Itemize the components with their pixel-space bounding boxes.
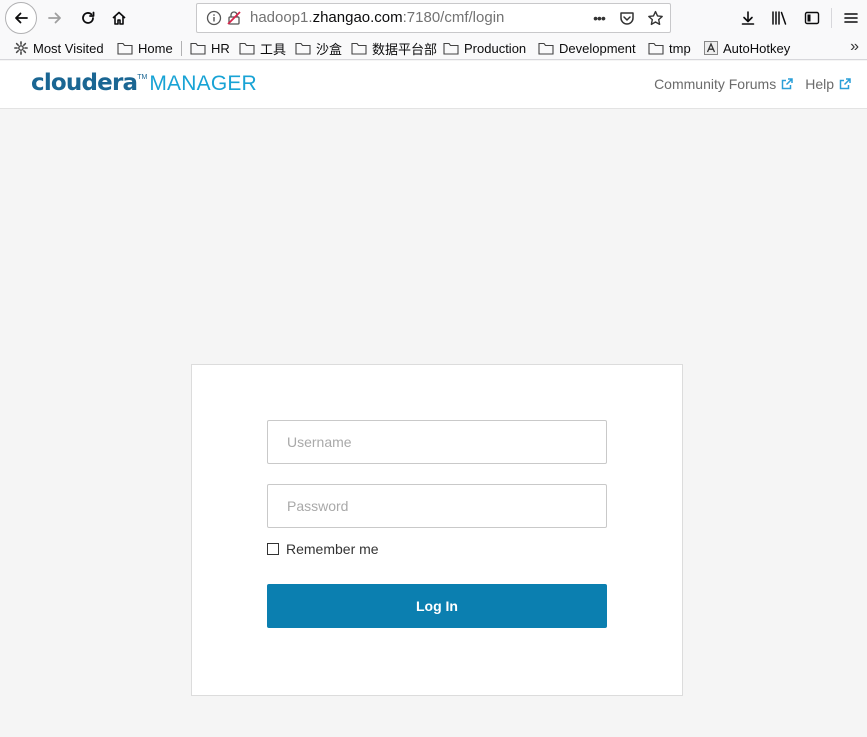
folder-icon xyxy=(190,42,206,55)
bookmark-folder-hr[interactable]: HR xyxy=(190,39,230,57)
login-button[interactable]: Log In xyxy=(267,584,607,628)
logo-wordmark: cloudera xyxy=(31,70,138,96)
library-button[interactable] xyxy=(764,3,796,33)
bookmark-folder-data-platform[interactable]: 数据平台部 xyxy=(351,39,437,57)
header-links: Community Forums Help xyxy=(654,76,863,92)
password-input[interactable] xyxy=(267,484,607,528)
folder-icon xyxy=(295,42,311,55)
remember-me-checkbox[interactable] xyxy=(267,543,279,555)
bookmark-folder-development[interactable]: Development xyxy=(538,39,636,57)
info-icon[interactable] xyxy=(206,10,222,31)
bookmark-star-icon[interactable] xyxy=(646,8,664,28)
download-icon xyxy=(741,11,755,25)
library-icon xyxy=(772,11,787,25)
back-arrow-icon xyxy=(15,12,28,24)
bookmark-label: 数据平台部 xyxy=(372,41,438,57)
folder-icon xyxy=(443,42,459,55)
reload-icon xyxy=(82,11,95,24)
bookmark-most-visited[interactable]: Most Visited xyxy=(14,39,104,57)
reload-button[interactable] xyxy=(73,3,103,33)
bookmark-label: 工具 xyxy=(260,41,287,57)
bookmark-label: Home xyxy=(138,40,173,56)
folder-icon xyxy=(351,42,367,55)
cloudera-manager-logo[interactable]: clouderaTMMANAGER xyxy=(31,70,257,96)
pocket-icon[interactable] xyxy=(618,8,636,28)
folder-icon xyxy=(648,42,664,55)
browser-toolbar: hadoop1.zhangao.com:7180/cmf/login ••• xyxy=(0,0,867,37)
bookmark-label: Most Visited xyxy=(33,40,104,56)
bookmarks-toolbar: Most Visited Home HR 工具 沙盒 数据平台部 Product… xyxy=(0,37,867,60)
folder-icon xyxy=(239,42,255,55)
bookmarks-overflow-chevron-icon[interactable]: » xyxy=(850,38,859,56)
url-text[interactable]: hadoop1.zhangao.com:7180/cmf/login xyxy=(250,9,504,26)
forward-arrow-icon xyxy=(48,12,61,24)
app-header: clouderaTMMANAGER Community Forums Help xyxy=(0,61,867,109)
url-bar[interactable]: hadoop1.zhangao.com:7180/cmf/login ••• xyxy=(196,3,671,33)
bookmark-folder-tmp[interactable]: tmp xyxy=(648,39,691,57)
page-actions-menu-icon[interactable]: ••• xyxy=(590,8,608,28)
bookmark-folder-home[interactable]: Home xyxy=(117,39,173,57)
insecure-lock-icon[interactable] xyxy=(226,10,242,31)
toolbar-separator xyxy=(831,8,832,28)
home-button[interactable] xyxy=(104,3,134,33)
menu-button[interactable] xyxy=(835,3,867,33)
link-label: Community Forums xyxy=(654,76,777,92)
external-link-icon xyxy=(781,78,793,90)
folder-icon xyxy=(538,42,554,55)
bookmarks-separator xyxy=(181,41,182,56)
community-forums-link[interactable]: Community Forums xyxy=(654,76,793,92)
remember-me-label[interactable]: Remember me xyxy=(286,541,379,557)
back-button[interactable] xyxy=(5,2,37,34)
logo-trademark: TM xyxy=(137,74,148,81)
hamburger-menu-icon xyxy=(844,13,858,23)
help-link[interactable]: Help xyxy=(805,76,851,92)
bookmark-folder-tools[interactable]: 工具 xyxy=(239,39,286,57)
bookmark-label: 沙盒 xyxy=(316,41,343,57)
sidebar-button[interactable] xyxy=(796,3,828,33)
autohotkey-icon xyxy=(704,41,718,55)
logo-product-name: MANAGER xyxy=(149,72,257,95)
bookmark-autohotkey[interactable]: AutoHotkey xyxy=(704,39,790,57)
bookmark-label: AutoHotkey xyxy=(723,40,791,56)
bookmark-label: Production xyxy=(464,40,527,56)
bookmark-folder-sandbox[interactable]: 沙盒 xyxy=(295,39,342,57)
bookmark-label: tmp xyxy=(669,40,691,56)
username-input[interactable] xyxy=(267,420,607,464)
bookmark-folder-production[interactable]: Production xyxy=(443,39,526,57)
forward-button[interactable] xyxy=(40,3,70,33)
bookmark-label: HR xyxy=(211,40,230,56)
link-label: Help xyxy=(805,76,834,92)
bookmark-label: Development xyxy=(559,40,636,56)
login-panel: Remember me Log In xyxy=(191,364,683,696)
gear-icon xyxy=(14,41,28,55)
external-link-icon xyxy=(839,78,851,90)
downloads-button[interactable] xyxy=(732,3,764,33)
folder-icon xyxy=(117,42,133,55)
sidebar-icon xyxy=(804,11,820,25)
remember-me-row[interactable]: Remember me xyxy=(267,541,379,557)
home-icon xyxy=(112,11,126,25)
